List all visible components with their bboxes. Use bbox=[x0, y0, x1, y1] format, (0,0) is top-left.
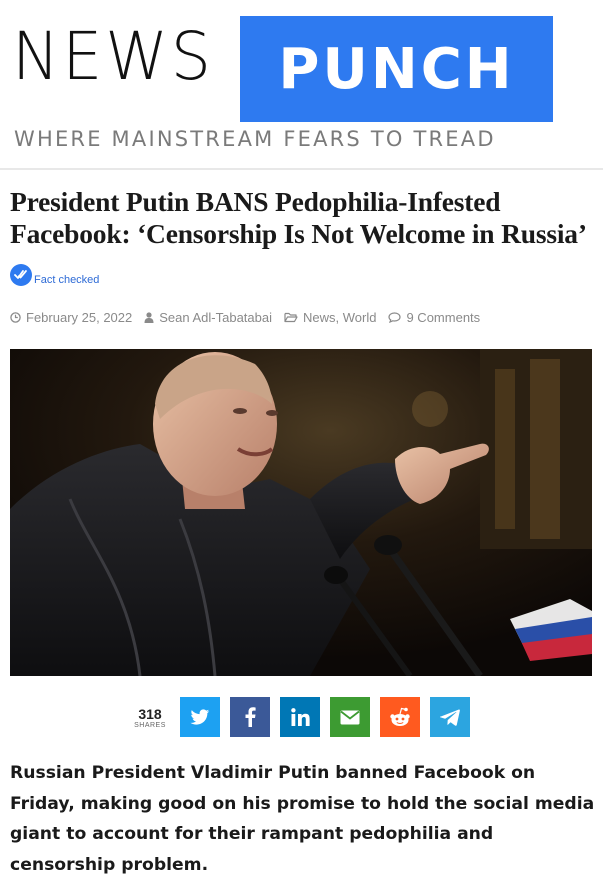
comment-icon bbox=[388, 311, 402, 323]
user-icon bbox=[144, 311, 154, 323]
category-link-world[interactable]: World bbox=[343, 310, 377, 325]
share-bar: 318 SHARES bbox=[130, 695, 480, 739]
meta-comments[interactable]: 9 Comments bbox=[388, 310, 480, 325]
share-count: 318 SHARES bbox=[130, 706, 170, 729]
share-email-button[interactable] bbox=[330, 697, 370, 737]
meta-author-link[interactable]: Sean Adl-Tabatabai bbox=[159, 310, 272, 325]
logo-news-text[interactable]: NEWS bbox=[12, 24, 214, 90]
share-count-label: SHARES bbox=[134, 721, 166, 729]
meta-categories: News, World bbox=[284, 310, 376, 325]
site-header: NEWS PUNCH WHERE MAINSTREAM FEARS TO TRE… bbox=[0, 0, 603, 170]
share-telegram-button[interactable] bbox=[430, 697, 470, 737]
email-icon bbox=[340, 710, 360, 724]
twitter-icon bbox=[190, 708, 210, 725]
meta-author[interactable]: Sean Adl-Tabatabai bbox=[144, 310, 272, 325]
folder-icon bbox=[284, 312, 298, 322]
category-separator: , bbox=[335, 309, 343, 325]
share-reddit-button[interactable] bbox=[380, 697, 420, 737]
reddit-icon bbox=[390, 707, 410, 726]
clock-icon bbox=[10, 311, 21, 323]
comments-link[interactable]: 9 Comments bbox=[406, 310, 480, 325]
logo-punch-text: PUNCH bbox=[278, 36, 515, 102]
share-count-number: 318 bbox=[138, 705, 162, 722]
fact-checked-label: Fact checked bbox=[34, 274, 100, 286]
share-facebook-button[interactable] bbox=[230, 697, 270, 737]
checkmark-badge-icon bbox=[10, 264, 32, 286]
article-hero-image bbox=[10, 349, 592, 676]
share-twitter-button[interactable] bbox=[180, 697, 220, 737]
share-linkedin-button[interactable] bbox=[280, 697, 320, 737]
header-divider bbox=[0, 168, 603, 170]
linkedin-icon bbox=[290, 708, 310, 726]
category-link-news[interactable]: News bbox=[303, 310, 336, 325]
fact-checked-badge[interactable]: Fact checked bbox=[10, 260, 99, 286]
meta-date-text: February 25, 2022 bbox=[26, 309, 133, 325]
site-tagline: WHERE MAINSTREAM FEARS TO TREAD bbox=[14, 127, 496, 151]
article-lead-paragraph: Russian President Vladimir Putin banned … bbox=[10, 763, 595, 875]
logo-punch-box[interactable]: PUNCH bbox=[240, 16, 553, 122]
telegram-icon bbox=[440, 709, 460, 726]
article-title: President Putin BANS Pedophilia-Infested… bbox=[10, 186, 587, 249]
facebook-icon bbox=[245, 707, 256, 727]
article-meta: February 25, 2022 Sean Adl-Tabatabai New… bbox=[10, 308, 492, 326]
meta-date: February 25, 2022 bbox=[10, 310, 132, 325]
